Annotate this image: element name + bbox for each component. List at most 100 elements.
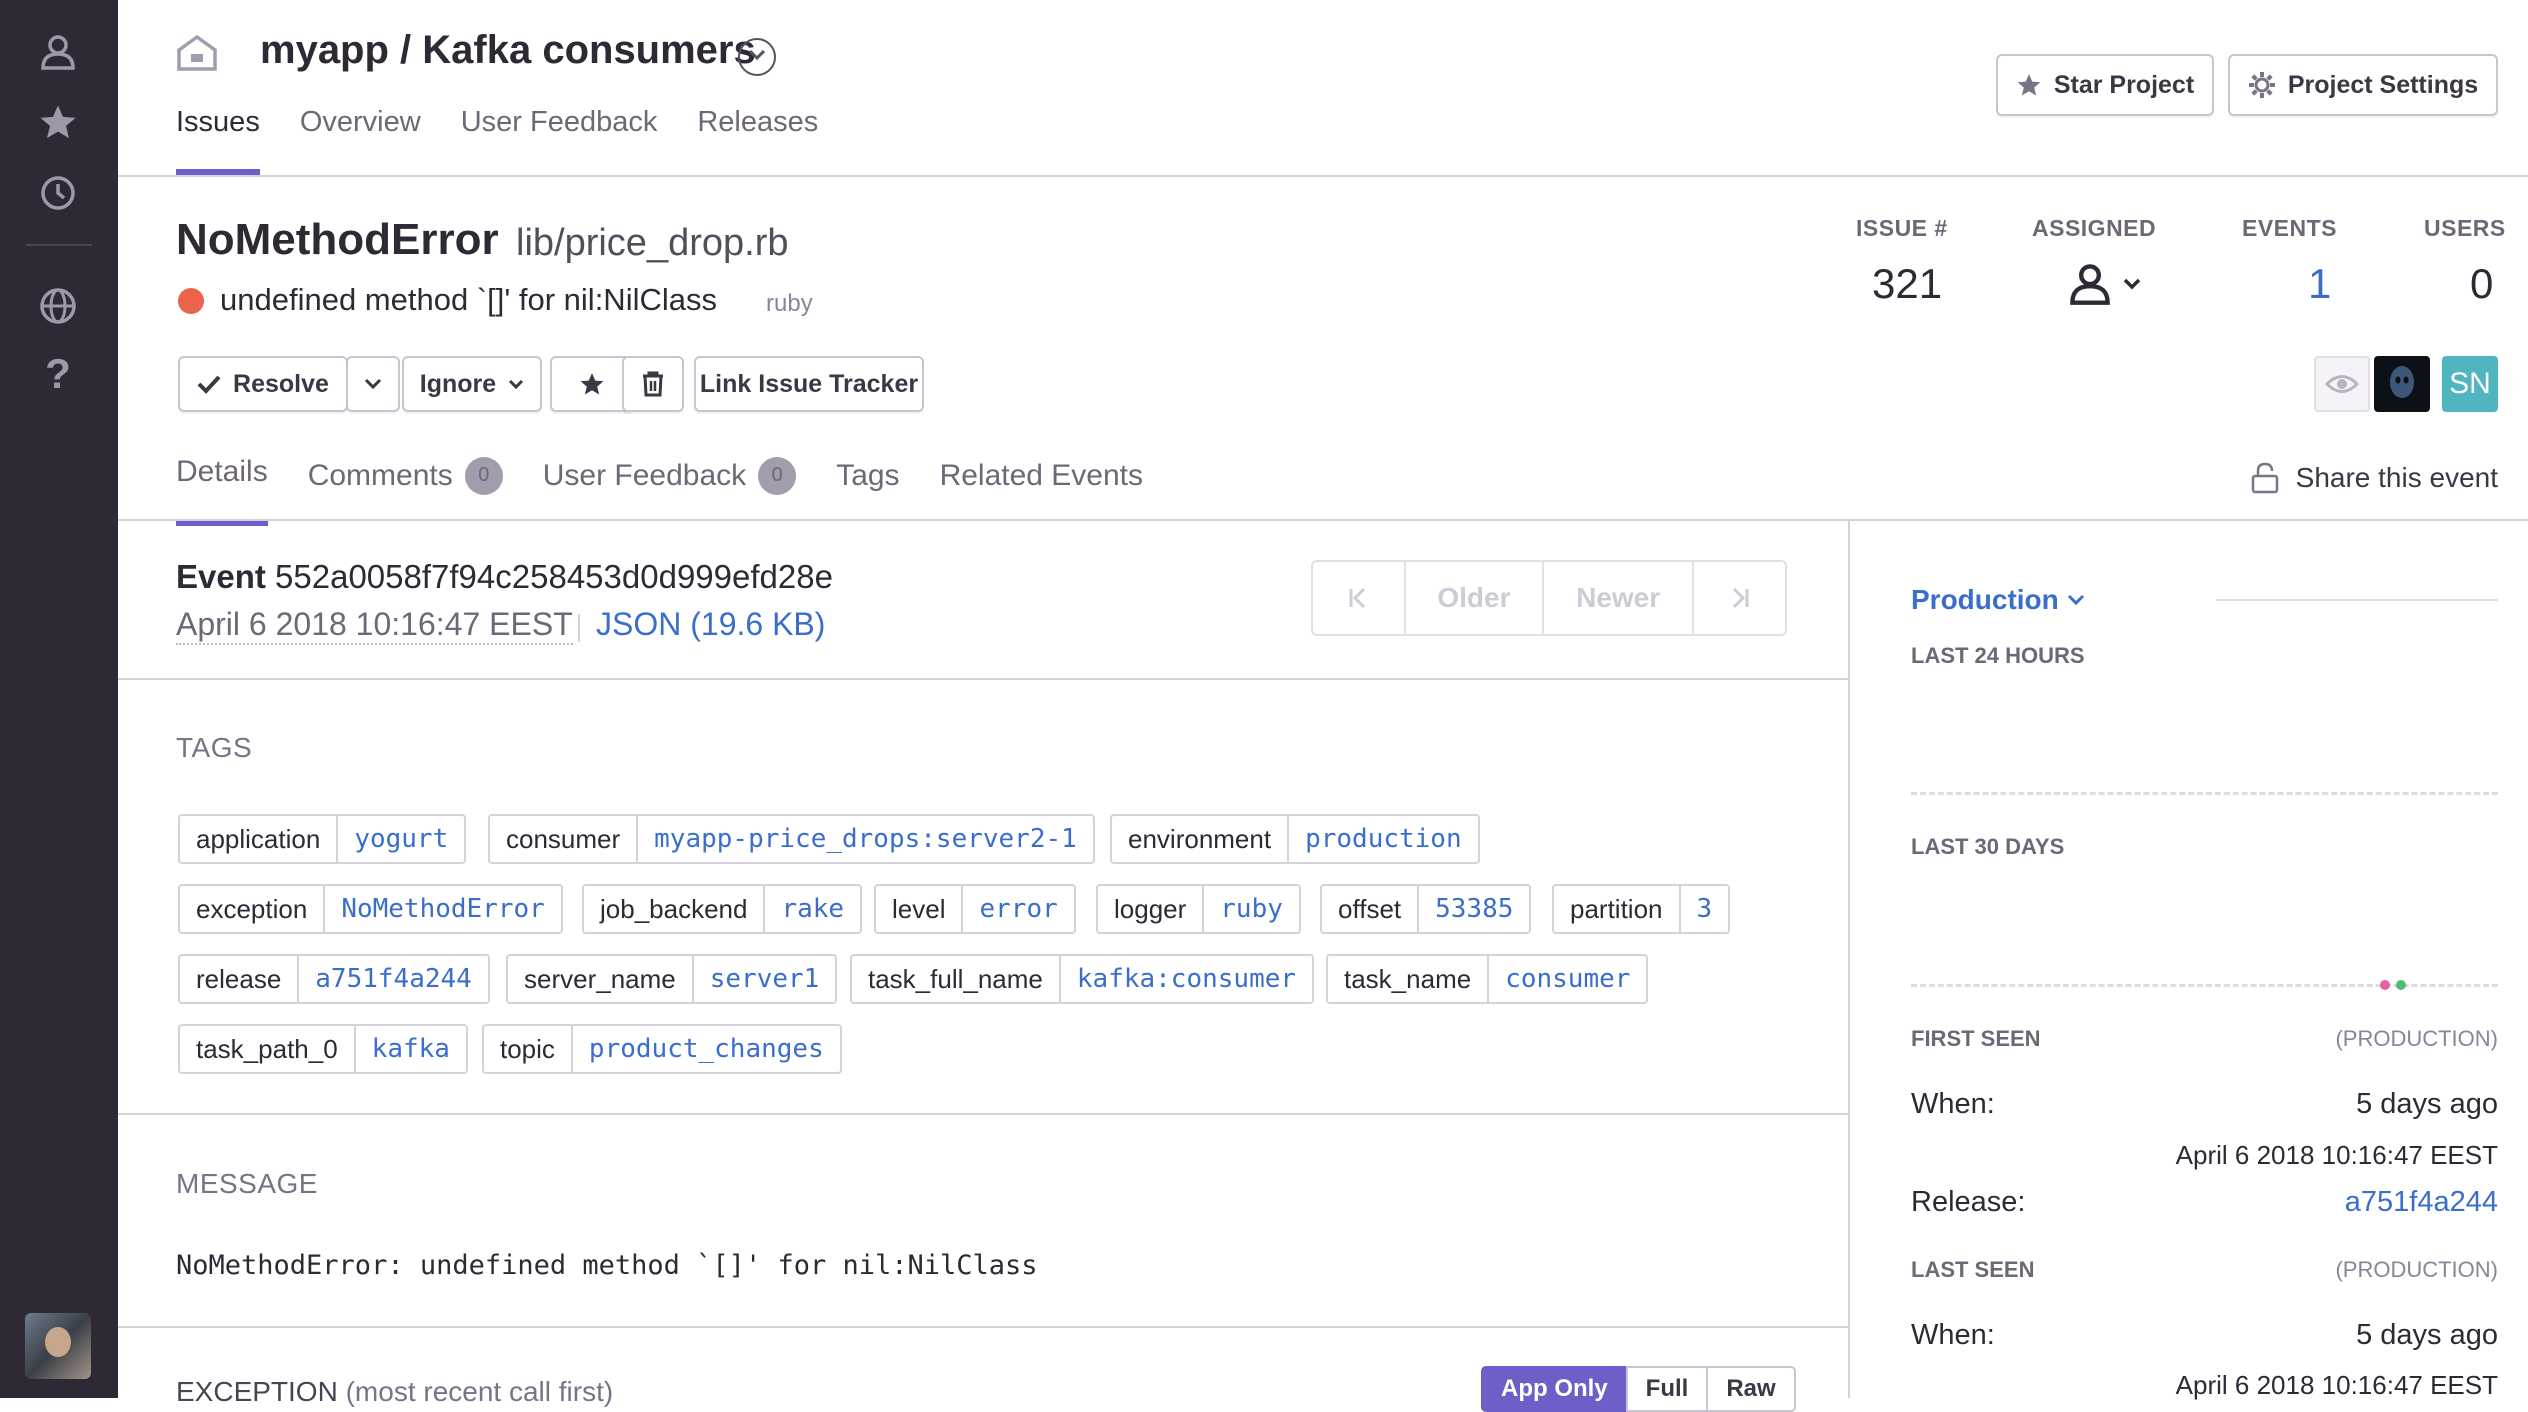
project-title: myapp / Kafka consumers bbox=[260, 28, 756, 72]
tag-pill[interactable]: application yogurt bbox=[178, 814, 467, 864]
tag-value: kafka:consumer bbox=[1076, 964, 1297, 994]
star-project-button[interactable]: Star Project bbox=[1996, 54, 2214, 116]
issue-platform: ruby bbox=[766, 290, 813, 317]
issue-title: NoMethodError bbox=[176, 215, 499, 264]
tag-pill[interactable]: task_full_name kafka:consumer bbox=[850, 954, 1315, 1004]
column-divider bbox=[1848, 521, 1850, 1398]
tag-value: product_changes bbox=[588, 1034, 824, 1064]
first-seen-label: FIRST SEEN bbox=[1911, 1026, 2041, 1051]
issue-number-label: ISSUE # bbox=[1856, 215, 1948, 241]
tabs-divider bbox=[118, 519, 2528, 521]
project-dropdown[interactable] bbox=[738, 38, 776, 76]
participant-avatar[interactable] bbox=[2374, 356, 2430, 412]
last-24-hours-sparkline bbox=[1911, 792, 2498, 795]
last-seen-when: 5 days ago bbox=[2356, 1319, 2498, 1351]
resolve-options-button[interactable] bbox=[346, 356, 400, 412]
error-level-dot bbox=[178, 288, 204, 314]
tag-value: rake bbox=[781, 894, 845, 924]
last-page-icon bbox=[1732, 587, 1749, 609]
project-nav: Issues Overview User Feedback Releases bbox=[176, 106, 818, 177]
tab-user-feedback[interactable]: User Feedback bbox=[461, 106, 658, 177]
tag-pill[interactable]: job_backend rake bbox=[582, 884, 863, 934]
issue-number-value: 321 bbox=[1872, 260, 1943, 307]
help-icon[interactable]: ? bbox=[34, 350, 82, 398]
header-divider bbox=[118, 175, 2528, 177]
section-divider bbox=[118, 1113, 1848, 1115]
tab-releases[interactable]: Releases bbox=[697, 106, 818, 177]
exception-view-toggle: App Only Full Raw bbox=[1481, 1366, 1796, 1412]
event-json-link[interactable]: JSON (19.6 KB) bbox=[596, 606, 825, 643]
tab-comments[interactable]: Comments 0 bbox=[308, 455, 503, 526]
section-divider bbox=[118, 1326, 1848, 1328]
exception-title-label: EXCEPTION bbox=[176, 1376, 338, 1407]
share-event-label: Share this event bbox=[2295, 462, 2498, 493]
tab-comments-label: Comments bbox=[307, 458, 453, 492]
tag-pill[interactable]: logger ruby bbox=[1096, 884, 1301, 934]
event-meta-divider bbox=[578, 614, 580, 642]
events-label: EVENTS bbox=[2242, 215, 2338, 241]
tab-tags[interactable]: Tags bbox=[836, 455, 899, 526]
tag-value: 53385 bbox=[1435, 894, 1514, 924]
globe-icon[interactable] bbox=[34, 282, 82, 330]
full-toggle[interactable]: Full bbox=[1625, 1366, 1709, 1412]
tag-pill[interactable]: topic product_changes bbox=[482, 1024, 842, 1074]
users-label: USERS bbox=[2424, 215, 2506, 241]
share-event-link[interactable]: Share this event bbox=[2250, 462, 2498, 494]
link-issue-tracker-button[interactable]: Link Issue Tracker bbox=[694, 356, 924, 412]
event-label: Event bbox=[176, 558, 266, 595]
first-seen-when-label: When: bbox=[1911, 1088, 1995, 1120]
event-pager: Older Newer bbox=[1311, 560, 1787, 636]
watchers-eye-icon[interactable] bbox=[2314, 356, 2370, 412]
link-issue-tracker-label: Link Issue Tracker bbox=[699, 369, 919, 398]
older-button[interactable]: Older bbox=[1406, 562, 1545, 634]
environment-label: Production bbox=[1911, 584, 2059, 615]
assigned-label: ASSIGNED bbox=[2032, 215, 2157, 241]
chevron-down-icon bbox=[364, 378, 382, 390]
history-icon[interactable] bbox=[34, 168, 82, 216]
project-settings-button[interactable]: Project Settings bbox=[2228, 54, 2498, 116]
tag-pill[interactable]: offset 53385 bbox=[1320, 884, 1532, 934]
tag-pill[interactable]: partition 3 bbox=[1552, 884, 1731, 934]
tab-user-feedback-label: User Feedback bbox=[542, 458, 747, 492]
tag-key: level bbox=[876, 886, 964, 932]
tab-related-events[interactable]: Related Events bbox=[940, 455, 1143, 526]
tab-overview[interactable]: Overview bbox=[300, 106, 421, 177]
tag-key: partition bbox=[1554, 886, 1681, 932]
first-seen-release-link[interactable]: a751f4a244 bbox=[2345, 1186, 2498, 1219]
tag-pill[interactable]: server_name server1 bbox=[506, 954, 838, 1004]
newer-button[interactable]: Newer bbox=[1544, 562, 1695, 634]
raw-toggle[interactable]: Raw bbox=[1706, 1366, 1796, 1412]
participant-initials-avatar[interactable]: SN bbox=[2442, 356, 2498, 412]
star-icon[interactable] bbox=[34, 98, 82, 146]
user-avatar[interactable] bbox=[25, 1313, 91, 1379]
tab-details[interactable]: Details bbox=[176, 455, 268, 526]
tag-pill[interactable]: task_path_0 kafka bbox=[178, 1024, 468, 1074]
last-event-button[interactable] bbox=[1694, 562, 1785, 634]
tag-pill[interactable]: release a751f4a244 bbox=[178, 954, 490, 1004]
tag-pill[interactable]: level error bbox=[874, 884, 1076, 934]
tag-key: job_backend bbox=[584, 886, 766, 932]
last-30-days-sparkline bbox=[1911, 984, 2498, 987]
environment-selector[interactable]: Production bbox=[1911, 584, 2085, 616]
tag-pill[interactable]: exception NoMethodError bbox=[178, 884, 563, 934]
tag-value: myapp-price_drops:server2-1 bbox=[654, 824, 1077, 854]
resolve-button[interactable]: Resolve bbox=[178, 356, 348, 412]
app-only-toggle[interactable]: App Only bbox=[1481, 1366, 1628, 1412]
tab-user-feedback[interactable]: User Feedback 0 bbox=[542, 455, 797, 526]
event-date: April 6 2018 10:16:47 EEST bbox=[176, 606, 573, 645]
gear-icon bbox=[2248, 72, 2275, 98]
tag-pill[interactable]: environment production bbox=[1110, 814, 1480, 864]
first-seen-environment: (PRODUCTION) bbox=[2335, 1026, 2498, 1051]
tag-pill[interactable]: task_name consumer bbox=[1326, 954, 1649, 1004]
events-value[interactable]: 1 bbox=[2308, 260, 2331, 308]
tag-pill[interactable]: consumer myapp-price_drops:server2-1 bbox=[488, 814, 1095, 864]
home-icon[interactable] bbox=[176, 34, 218, 77]
assignee-selector[interactable] bbox=[2068, 262, 2142, 306]
first-event-button[interactable] bbox=[1313, 562, 1406, 634]
ignore-button[interactable]: Ignore bbox=[402, 356, 542, 412]
delete-button[interactable] bbox=[622, 356, 684, 412]
star-icon bbox=[2017, 74, 2041, 96]
tag-value: production bbox=[1305, 824, 1462, 854]
user-icon[interactable] bbox=[34, 28, 82, 76]
tab-issues[interactable]: Issues bbox=[176, 106, 260, 177]
